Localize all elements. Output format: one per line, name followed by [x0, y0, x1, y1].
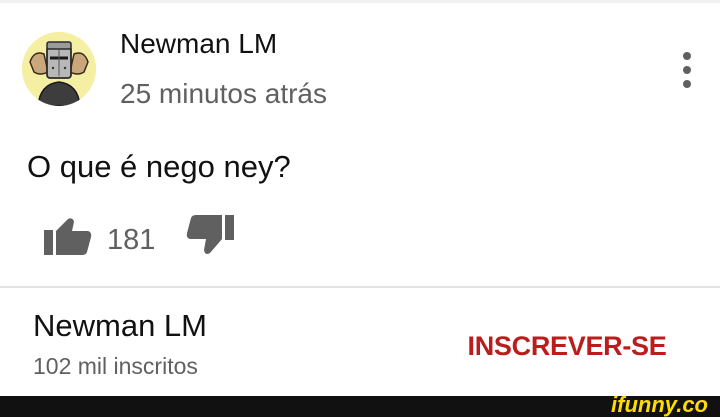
comment-card: Newman LM 25 minutos atrás O que é nego … — [0, 3, 720, 286]
section-divider — [0, 286, 720, 288]
dislike-button[interactable] — [184, 213, 236, 257]
ifunny-watermark: ifunny.co — [611, 392, 708, 417]
more-vertical-icon-dot — [683, 66, 691, 74]
comment-text: O que é nego ney? — [27, 149, 291, 184]
avatar[interactable] — [22, 32, 96, 106]
channel-name[interactable]: Newman LM — [33, 308, 207, 344]
subscribe-button[interactable]: INSCREVER-SE — [456, 326, 678, 366]
comment-author-name[interactable]: Newman LM — [120, 28, 277, 60]
thumbs-down-icon — [186, 215, 234, 254]
more-vertical-icon-dot — [683, 80, 691, 88]
footer-bar: ifunny.co — [0, 392, 720, 417]
like-button[interactable] — [42, 217, 94, 257]
more-vertical-icon — [683, 52, 691, 60]
knight-avatar-icon — [22, 32, 96, 106]
thumbs-up-icon — [44, 218, 92, 255]
subscriber-count: 102 mil inscritos — [33, 353, 198, 379]
like-count: 181 — [107, 224, 156, 256]
comment-timestamp: 25 minutos atrás — [120, 78, 327, 109]
comment-menu-button[interactable] — [672, 50, 702, 90]
